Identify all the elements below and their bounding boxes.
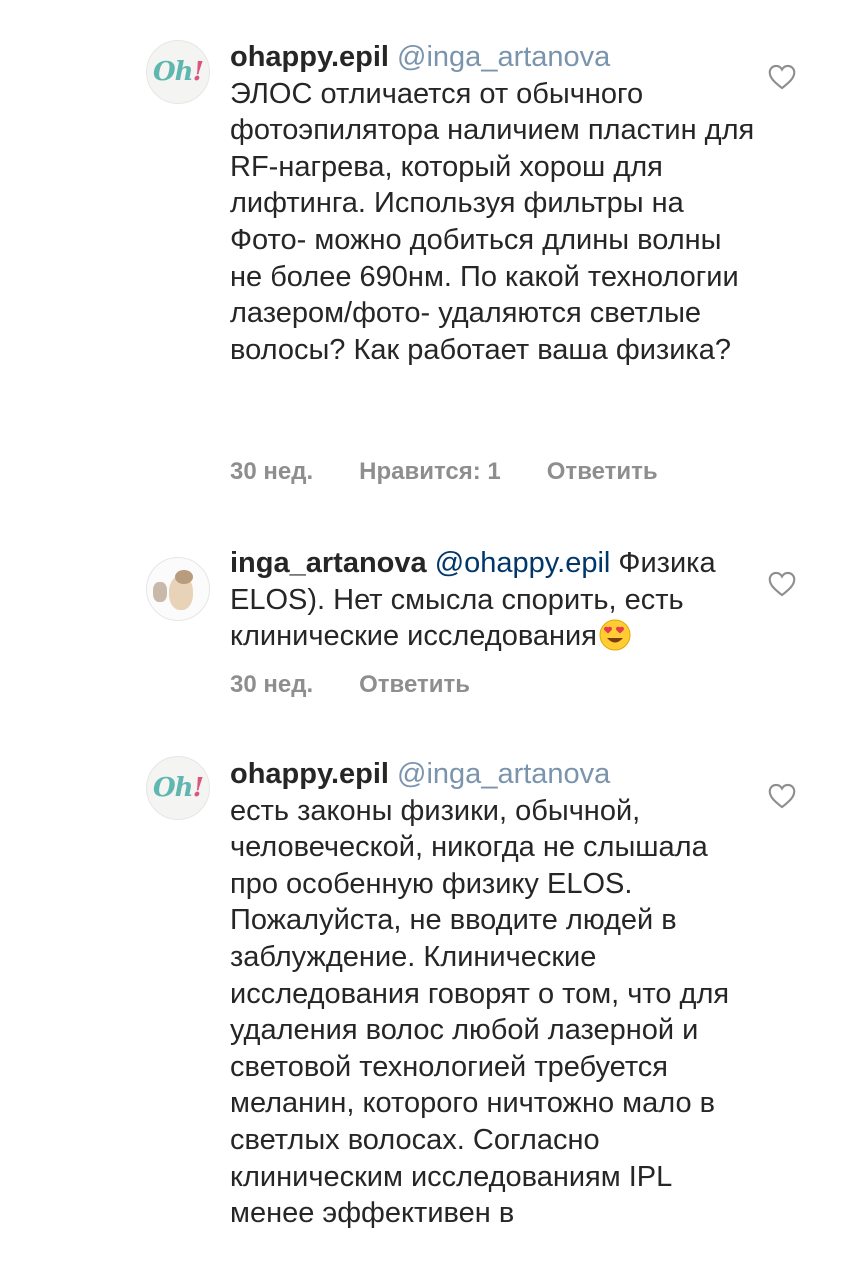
comment-text: ohappy.epil @inga_artanova есть законы ф… xyxy=(230,756,750,1232)
reply-button[interactable]: Ответить xyxy=(547,458,658,486)
comment-username[interactable]: ohappy.epil xyxy=(230,41,389,73)
comment-time: 30 нед. xyxy=(230,458,314,485)
reply-button[interactable]: Ответить xyxy=(359,671,470,699)
heart-icon[interactable] xyxy=(768,783,796,809)
comment-mention[interactable]: @inga_artanova xyxy=(397,41,610,73)
heart-icon[interactable] xyxy=(768,571,796,597)
avatar[interactable]: Oh! xyxy=(146,40,210,104)
comment-text: ohappy.epil @inga_artanova ЭЛОС отличает… xyxy=(230,39,760,368)
oh-logo-icon: Oh! xyxy=(153,773,204,803)
avatar[interactable]: Oh! xyxy=(146,756,210,820)
comment-body: есть законы физики, обычной, человеческо… xyxy=(230,794,730,1230)
heart-eyes-emoji-icon xyxy=(599,619,631,651)
comment-mention[interactable]: @inga_artanova xyxy=(397,758,610,790)
heart-icon[interactable] xyxy=(768,64,796,90)
comment-username[interactable]: inga_artanova xyxy=(230,547,427,579)
comment-mention[interactable]: @ohappy.epil xyxy=(435,547,611,579)
comment-username[interactable]: ohappy.epil xyxy=(230,758,389,790)
comment-meta: 30 нед. Нравится: 1 Ответить xyxy=(230,458,704,486)
comment-text: inga_artanova @ohappy.epil Физика ELOS).… xyxy=(230,545,750,655)
oh-logo-icon: Oh! xyxy=(153,57,204,87)
avatar[interactable] xyxy=(146,557,210,621)
comment-meta: 30 нед. Ответить xyxy=(230,671,516,699)
comment-likes[interactable]: Нравится: 1 xyxy=(359,458,501,486)
comment-time: 30 нед. xyxy=(230,671,314,698)
comment-body: ЭЛОС отличается от обычного фотоэпилятор… xyxy=(230,77,755,366)
